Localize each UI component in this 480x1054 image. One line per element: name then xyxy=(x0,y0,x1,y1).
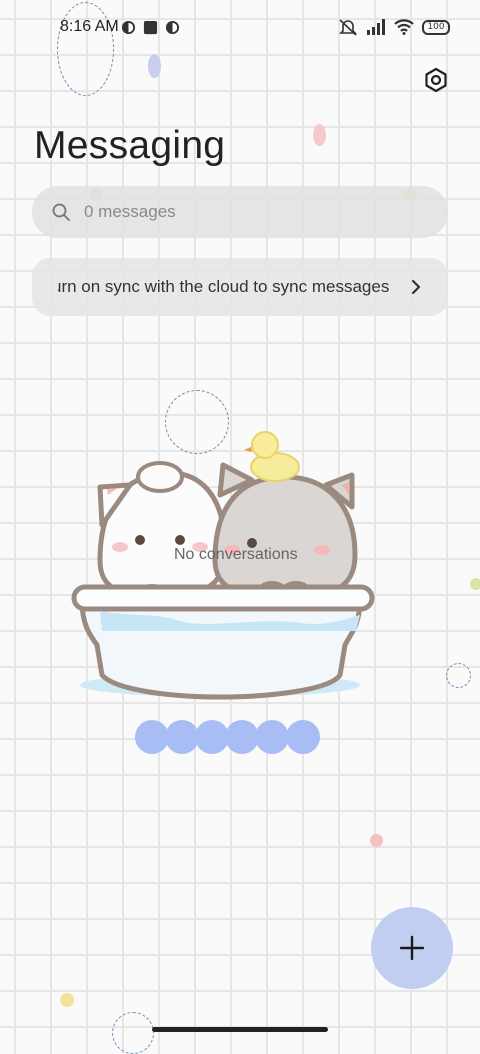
status-right-icons: 100 xyxy=(338,18,450,36)
new-message-button[interactable] xyxy=(371,907,453,989)
search-input[interactable] xyxy=(82,201,406,223)
signal-icon xyxy=(367,19,385,35)
notification-icon xyxy=(121,20,136,35)
decor-dot xyxy=(313,124,326,146)
notification-square-icon xyxy=(143,20,158,35)
home-indicator[interactable] xyxy=(152,1027,328,1032)
search-icon xyxy=(52,203,70,221)
empty-state-text: No conversations xyxy=(174,546,298,563)
cats-bathtub-illustration xyxy=(71,431,375,754)
wifi-icon xyxy=(394,19,414,35)
decor-dashed-circle xyxy=(446,663,471,688)
chevron-right-icon xyxy=(411,279,421,295)
decor-dot xyxy=(148,54,161,78)
notification-icon xyxy=(165,20,180,35)
cloud-sync-text: urn on sync with the cloud to sync messa… xyxy=(58,277,390,296)
battery-indicator: 100 xyxy=(422,19,450,35)
plus-icon xyxy=(399,935,425,961)
page-title: Messaging xyxy=(34,124,226,167)
decor-dot xyxy=(370,834,383,847)
decor-dot xyxy=(60,993,74,1007)
cloud-sync-banner[interactable]: urn on sync with the cloud to sync messa… xyxy=(32,258,448,316)
settings-button[interactable] xyxy=(420,64,452,96)
decor-dot xyxy=(470,578,480,590)
gear-icon xyxy=(425,67,447,93)
status-time: 8:16 AM xyxy=(60,18,119,35)
search-bar[interactable] xyxy=(32,186,448,238)
status-bar: 8:16 AM 100 xyxy=(0,0,480,56)
decor-dashed-circle xyxy=(112,1012,154,1054)
muted-bell-icon xyxy=(339,19,357,36)
